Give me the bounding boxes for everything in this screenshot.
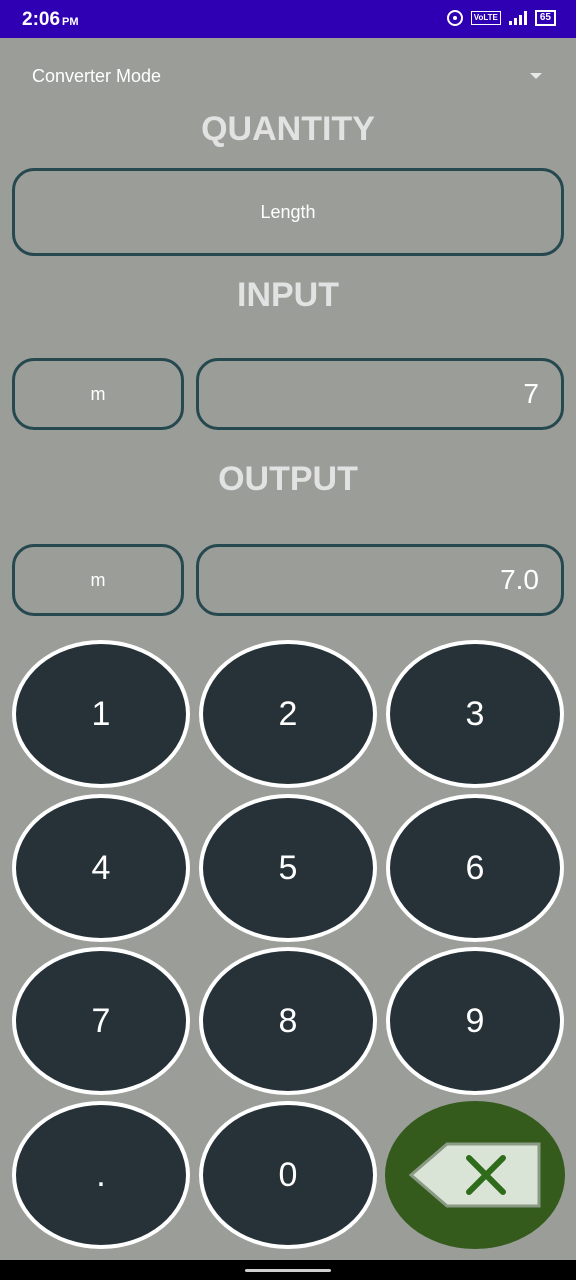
- converter-mode-label: Converter Mode: [32, 66, 162, 86]
- key-0-button[interactable]: 0: [199, 1101, 377, 1249]
- status-time: 2:06 PM: [22, 9, 79, 31]
- navigation-bar: [0, 1260, 576, 1280]
- signal-icon: [508, 11, 527, 25]
- status-time-ampm: PM: [62, 16, 79, 28]
- volte-badge: VoLTE: [470, 11, 501, 25]
- backspace-icon: [408, 1142, 541, 1208]
- key-4-button[interactable]: 4: [12, 794, 190, 942]
- home-indicator[interactable]: [245, 1269, 331, 1272]
- output-heading: OUTPUT: [218, 460, 358, 498]
- key-9-button[interactable]: 9: [386, 947, 564, 1095]
- key-3-button[interactable]: 3: [386, 640, 564, 788]
- backspace-button[interactable]: [385, 1101, 565, 1249]
- status-icons: VoLTE 65: [446, 10, 556, 26]
- key-2-button[interactable]: 2: [199, 640, 377, 788]
- key-decimal-button[interactable]: .: [12, 1101, 190, 1249]
- input-value-field[interactable]: 7: [196, 358, 564, 430]
- key-5-button[interactable]: 5: [199, 794, 377, 942]
- key-7-button[interactable]: 7: [12, 947, 190, 1095]
- converter-mode-dropdown[interactable]: Converter Mode: [32, 66, 544, 90]
- battery-icon: 65: [534, 10, 556, 26]
- hotspot-icon: [446, 10, 463, 26]
- key-8-button[interactable]: 8: [199, 947, 377, 1095]
- key-1-button[interactable]: 1: [12, 640, 190, 788]
- chevron-down-icon: [530, 73, 542, 79]
- output-unit-selector[interactable]: m: [12, 544, 184, 616]
- quantity-heading: QUANTITY: [201, 110, 375, 148]
- input-heading: INPUT: [237, 276, 339, 314]
- status-bar: 2:06 PM VoLTE 65: [0, 0, 576, 38]
- key-6-button[interactable]: 6: [386, 794, 564, 942]
- status-time-value: 2:06: [22, 9, 61, 30]
- output-value-field: 7.0: [196, 544, 564, 616]
- input-unit-selector[interactable]: m: [12, 358, 184, 430]
- quantity-selector[interactable]: Length: [12, 168, 564, 256]
